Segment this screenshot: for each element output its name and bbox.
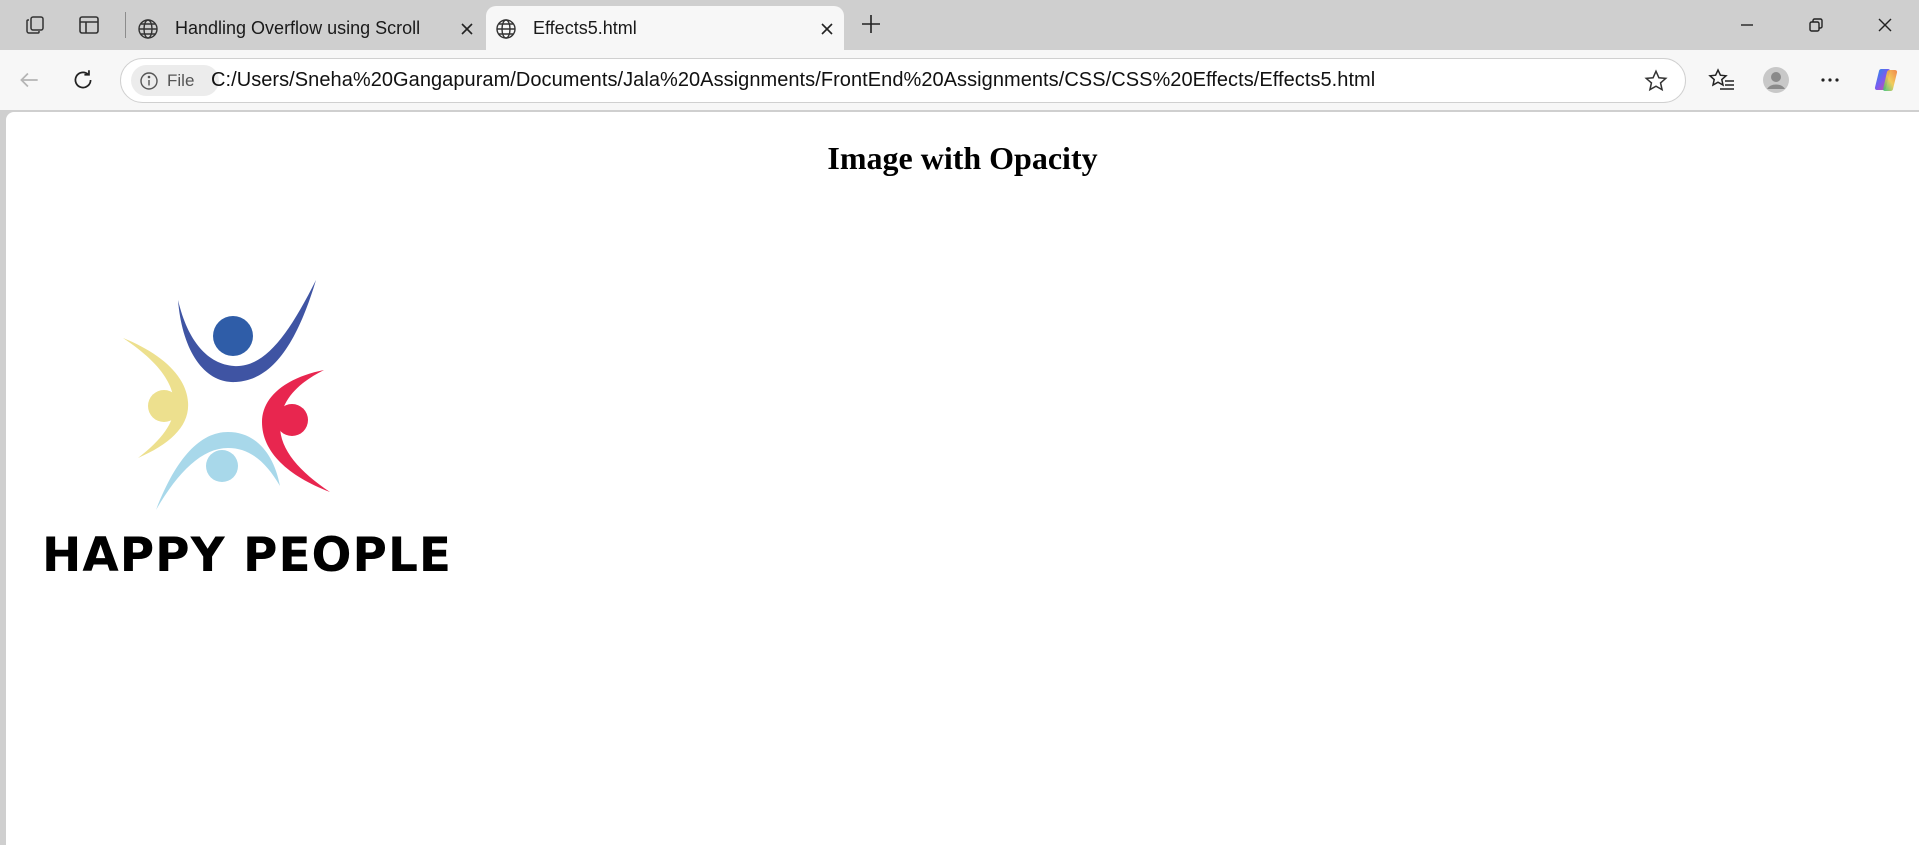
tab-title: Effects5.html bbox=[533, 18, 637, 38]
copilot-icon[interactable] bbox=[1865, 59, 1907, 101]
globe-icon bbox=[138, 19, 158, 39]
refresh-icon[interactable] bbox=[62, 59, 104, 101]
minimize-icon[interactable] bbox=[1714, 0, 1780, 50]
address-bar[interactable]: File C:/Users/Sneha%20Gangapuram/Documen… bbox=[120, 58, 1686, 103]
info-icon bbox=[140, 71, 158, 90]
tab-actions-icon[interactable] bbox=[70, 8, 108, 42]
restore-icon[interactable] bbox=[1783, 0, 1849, 50]
back-icon[interactable] bbox=[8, 59, 50, 101]
url-text[interactable]: C:/Users/Sneha%20Gangapuram/Documents/Ja… bbox=[211, 69, 1375, 92]
close-icon[interactable] bbox=[452, 14, 482, 44]
favorites-icon[interactable] bbox=[1701, 59, 1743, 101]
tab-effects5[interactable]: Effects5.html bbox=[486, 6, 844, 50]
tab-title: Handling Overflow using Scroll bbox=[175, 18, 421, 38]
globe-icon bbox=[496, 19, 516, 39]
profile-icon[interactable] bbox=[1755, 59, 1797, 101]
page-viewport: Image with Opacity HAPPY PEOPLE bbox=[6, 112, 1919, 845]
star-icon[interactable] bbox=[1643, 68, 1669, 94]
site-info-button[interactable]: File bbox=[131, 65, 219, 96]
new-tab-icon[interactable] bbox=[852, 6, 890, 42]
window-close-icon[interactable] bbox=[1852, 0, 1918, 50]
tab-handling-overflow[interactable]: Handling Overflow using Scroll bbox=[128, 6, 484, 50]
workspaces-icon[interactable] bbox=[16, 8, 54, 42]
more-icon[interactable] bbox=[1809, 59, 1851, 101]
scheme-label: File bbox=[167, 70, 195, 90]
happy-people-logo-image: HAPPY PEOPLE bbox=[36, 280, 456, 600]
browser-toolbar: File C:/Users/Sneha%20Gangapuram/Documen… bbox=[0, 50, 1919, 110]
logo-wordmark: HAPPY PEOPLE bbox=[42, 528, 453, 583]
tab-strip: Handling Overflow using Scroll Effects5.… bbox=[0, 0, 1919, 50]
close-icon[interactable] bbox=[812, 14, 842, 44]
happy-people-logo-mark bbox=[123, 280, 330, 510]
tab-separator bbox=[125, 12, 126, 38]
page-heading: Image with Opacity bbox=[827, 140, 1098, 176]
